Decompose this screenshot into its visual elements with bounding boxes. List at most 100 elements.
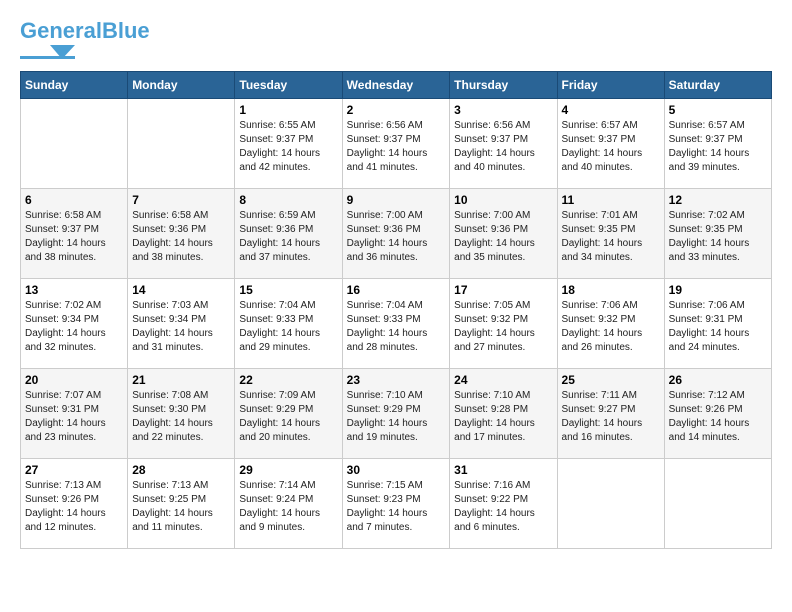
day-number: 6 [25, 193, 123, 207]
logo-blue: Blue [102, 18, 150, 43]
day-info: Sunrise: 7:06 AM Sunset: 9:31 PM Dayligh… [669, 299, 767, 355]
day-info: Sunrise: 7:16 AM Sunset: 9:22 PM Dayligh… [454, 479, 552, 535]
day-number: 10 [454, 193, 552, 207]
day-number: 5 [669, 103, 767, 117]
day-info: Sunrise: 7:00 AM Sunset: 9:36 PM Dayligh… [347, 209, 446, 265]
day-cell: 29Sunrise: 7:14 AM Sunset: 9:24 PM Dayli… [235, 459, 342, 549]
day-number: 22 [239, 373, 337, 387]
day-number: 4 [562, 103, 660, 117]
day-cell: 10 Sunrise: 7:00 AM Sunset: 9:36 PM Dayli… [450, 189, 557, 279]
day-number: 11 [562, 193, 660, 207]
day-info: Sunrise: 7:02 AM Sunset: 9:34 PM Dayligh… [25, 299, 123, 355]
day-info: Sunrise: 6:58 AM Sunset: 9:37 PM Dayligh… [25, 209, 123, 265]
day-cell: 30 Sunrise: 7:15 AM Sunset: 9:23 PM Dayli… [342, 459, 450, 549]
day-info: Sunrise: 7:05 AM Sunset: 9:32 PM Dayligh… [454, 299, 552, 355]
day-info: Sunrise: 7:12 AM Sunset: 9:26 PM Dayligh… [669, 389, 767, 445]
day-number: 23 [347, 373, 446, 387]
day-of-week-header: Sunday [21, 72, 128, 99]
day-info: Sunrise: 7:08 AM Sunset: 9:30 PM Dayligh… [132, 389, 230, 445]
empty-day-cell [664, 459, 771, 549]
day-number: 2 [347, 103, 446, 117]
day-cell: 15 Sunrise: 7:04 AM Sunset: 9:33 PM Dayli… [235, 279, 342, 369]
day-number: 14 [132, 283, 230, 297]
day-number: 7 [132, 193, 230, 207]
day-of-week-header: Monday [128, 72, 235, 99]
day-info: Sunrise: 6:58 AM Sunset: 9:36 PM Dayligh… [132, 209, 230, 265]
day-number: 16 [347, 283, 446, 297]
day-info: Sunrise: 7:07 AM Sunset: 9:31 PM Dayligh… [25, 389, 123, 445]
logo-icon [20, 43, 75, 61]
day-cell: 20Sunrise: 7:07 AM Sunset: 9:31 PM Dayli… [21, 369, 128, 459]
day-info: Sunrise: 7:00 AM Sunset: 9:36 PM Dayligh… [454, 209, 552, 265]
day-number: 3 [454, 103, 552, 117]
day-info: Sunrise: 7:10 AM Sunset: 9:28 PM Dayligh… [454, 389, 552, 445]
day-number: 29 [239, 463, 337, 477]
day-cell: 6 Sunrise: 6:58 AM Sunset: 9:37 PM Daylig… [21, 189, 128, 279]
day-number: 18 [562, 283, 660, 297]
day-number: 17 [454, 283, 552, 297]
day-cell: 9 Sunrise: 7:00 AM Sunset: 9:36 PM Daylig… [342, 189, 450, 279]
day-number: 15 [239, 283, 337, 297]
day-cell: 27Sunrise: 7:13 AM Sunset: 9:26 PM Dayli… [21, 459, 128, 549]
day-cell: 22 Sunrise: 7:09 AM Sunset: 9:29 PM Dayli… [235, 369, 342, 459]
calendar-week-row: 6 Sunrise: 6:58 AM Sunset: 9:37 PM Daylig… [21, 189, 772, 279]
logo: GeneralBlue [20, 20, 150, 61]
day-cell: 7 Sunrise: 6:58 AM Sunset: 9:36 PM Daylig… [128, 189, 235, 279]
day-info: Sunrise: 7:04 AM Sunset: 9:33 PM Dayligh… [239, 299, 337, 355]
logo-text: GeneralBlue [20, 20, 150, 42]
logo-general: General [20, 18, 102, 43]
day-number: 9 [347, 193, 446, 207]
day-number: 31 [454, 463, 552, 477]
day-info: Sunrise: 6:59 AM Sunset: 9:36 PM Dayligh… [239, 209, 337, 265]
day-cell: 4 Sunrise: 6:57 AM Sunset: 9:37 PM Daylig… [557, 99, 664, 189]
day-of-week-header: Thursday [450, 72, 557, 99]
day-info: Sunrise: 7:13 AM Sunset: 9:25 PM Dayligh… [132, 479, 230, 535]
calendar-week-row: 27Sunrise: 7:13 AM Sunset: 9:26 PM Dayli… [21, 459, 772, 549]
day-number: 26 [669, 373, 767, 387]
day-number: 27 [25, 463, 123, 477]
day-cell: 24Sunrise: 7:10 AM Sunset: 9:28 PM Dayli… [450, 369, 557, 459]
day-info: Sunrise: 7:03 AM Sunset: 9:34 PM Dayligh… [132, 299, 230, 355]
day-info: Sunrise: 6:55 AM Sunset: 9:37 PM Dayligh… [239, 119, 337, 175]
day-of-week-header: Wednesday [342, 72, 450, 99]
day-info: Sunrise: 7:15 AM Sunset: 9:23 PM Dayligh… [347, 479, 446, 535]
calendar-week-row: 20Sunrise: 7:07 AM Sunset: 9:31 PM Dayli… [21, 369, 772, 459]
day-info: Sunrise: 7:11 AM Sunset: 9:27 PM Dayligh… [562, 389, 660, 445]
day-number: 21 [132, 373, 230, 387]
day-info: Sunrise: 7:09 AM Sunset: 9:29 PM Dayligh… [239, 389, 337, 445]
day-cell: 2Sunrise: 6:56 AM Sunset: 9:37 PM Daylig… [342, 99, 450, 189]
day-cell: 18 Sunrise: 7:06 AM Sunset: 9:32 PM Dayli… [557, 279, 664, 369]
day-number: 19 [669, 283, 767, 297]
day-info: Sunrise: 6:56 AM Sunset: 9:37 PM Dayligh… [454, 119, 552, 175]
day-info: Sunrise: 6:57 AM Sunset: 9:37 PM Dayligh… [562, 119, 660, 175]
day-cell: 21 Sunrise: 7:08 AM Sunset: 9:30 PM Dayli… [128, 369, 235, 459]
day-info: Sunrise: 7:10 AM Sunset: 9:29 PM Dayligh… [347, 389, 446, 445]
day-number: 8 [239, 193, 337, 207]
day-cell: 23 Sunrise: 7:10 AM Sunset: 9:29 PM Dayli… [342, 369, 450, 459]
day-cell: 11Sunrise: 7:01 AM Sunset: 9:35 PM Dayli… [557, 189, 664, 279]
day-info: Sunrise: 7:04 AM Sunset: 9:33 PM Dayligh… [347, 299, 446, 355]
page-header: GeneralBlue [20, 20, 772, 61]
day-info: Sunrise: 7:06 AM Sunset: 9:32 PM Dayligh… [562, 299, 660, 355]
day-of-week-header: Friday [557, 72, 664, 99]
day-cell: 26 Sunrise: 7:12 AM Sunset: 9:26 PM Dayli… [664, 369, 771, 459]
day-cell: 25 Sunrise: 7:11 AM Sunset: 9:27 PM Dayli… [557, 369, 664, 459]
empty-day-cell [557, 459, 664, 549]
day-cell: 12Sunrise: 7:02 AM Sunset: 9:35 PM Dayli… [664, 189, 771, 279]
day-cell: 28Sunrise: 7:13 AM Sunset: 9:25 PM Dayli… [128, 459, 235, 549]
day-cell: 5 Sunrise: 6:57 AM Sunset: 9:37 PM Daylig… [664, 99, 771, 189]
day-info: Sunrise: 6:57 AM Sunset: 9:37 PM Dayligh… [669, 119, 767, 175]
day-cell: 13 Sunrise: 7:02 AM Sunset: 9:34 PM Dayli… [21, 279, 128, 369]
day-of-week-header: Saturday [664, 72, 771, 99]
empty-day-cell [128, 99, 235, 189]
day-cell: 19 Sunrise: 7:06 AM Sunset: 9:31 PM Dayli… [664, 279, 771, 369]
day-number: 13 [25, 283, 123, 297]
day-number: 1 [239, 103, 337, 117]
day-cell: 16 Sunrise: 7:04 AM Sunset: 9:33 PM Dayli… [342, 279, 450, 369]
day-info: Sunrise: 7:02 AM Sunset: 9:35 PM Dayligh… [669, 209, 767, 265]
calendar-week-row: 1 Sunrise: 6:55 AM Sunset: 9:37 PM Daylig… [21, 99, 772, 189]
day-cell: 3 Sunrise: 6:56 AM Sunset: 9:37 PM Daylig… [450, 99, 557, 189]
calendar-table: SundayMondayTuesdayWednesdayThursdayFrid… [20, 71, 772, 549]
day-number: 30 [347, 463, 446, 477]
day-number: 25 [562, 373, 660, 387]
